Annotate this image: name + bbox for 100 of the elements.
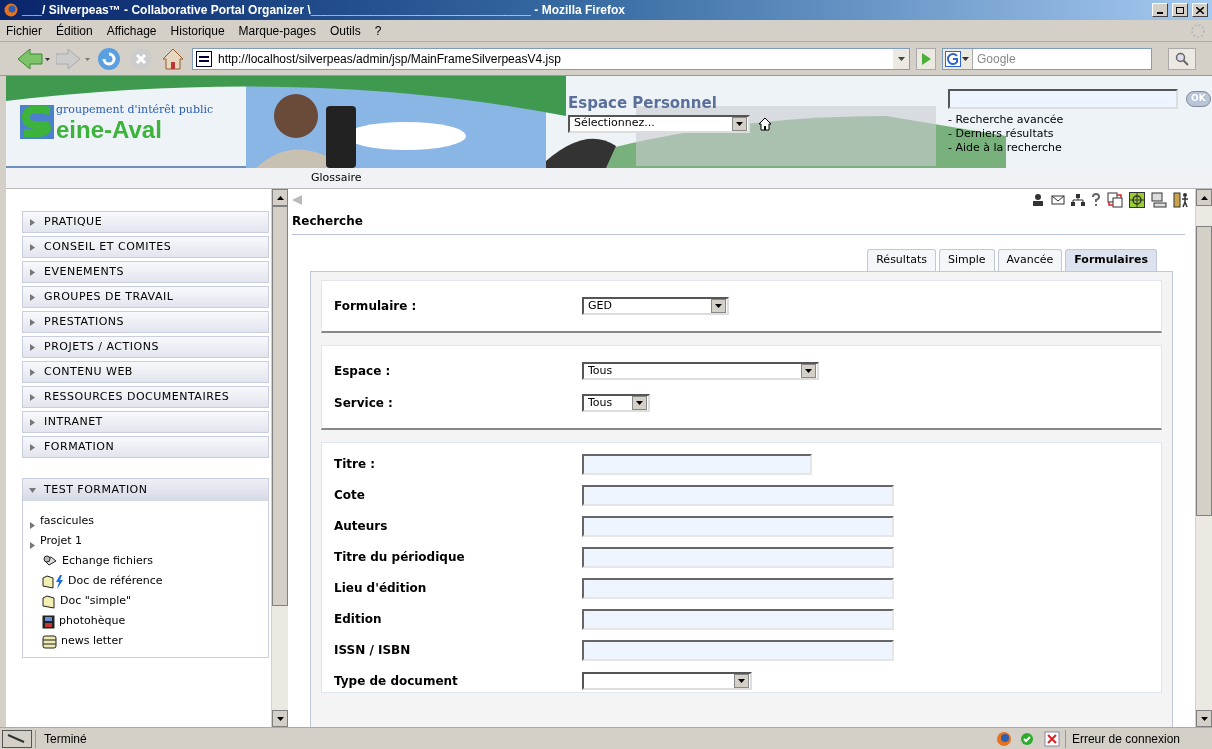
tab[interactable]: Avancée: [997, 249, 1063, 271]
field-label: Espace :: [334, 363, 392, 380]
address-field[interactable]: http://localhost/silverpeas/admin/jsp/MainFrameSilverpeasV4.jsp: [192, 47, 910, 70]
tab[interactable]: Simple: [939, 249, 995, 271]
reload-icon[interactable]: [96, 45, 122, 72]
sidebar-item[interactable]: CONTENU WEB: [22, 361, 269, 383]
search-link[interactable]: - Aide à la recherche: [948, 141, 1211, 155]
input-field[interactable]: [582, 515, 894, 537]
field-label: Titre du périodique: [334, 549, 466, 566]
search-link[interactable]: - Recherche avancée: [948, 113, 1211, 127]
caret-icon: [736, 121, 743, 126]
nav-tab[interactable]: Glossaire: [311, 169, 362, 187]
expand-arrow-icon: [29, 368, 36, 376]
caret-icon[interactable]: [962, 56, 969, 61]
input-field[interactable]: [582, 546, 894, 568]
search-icon: [1175, 51, 1189, 66]
sidebar-item[interactable]: PRATIQUE: [22, 211, 269, 233]
menu-item[interactable]: Historique: [170, 21, 225, 40]
page-icon: [196, 50, 212, 67]
caret-icon: [805, 369, 812, 373]
sidebar-item[interactable]: GROUPES DE TRAVAIL: [22, 286, 269, 308]
computer-icon[interactable]: [1151, 192, 1167, 208]
tree-item[interactable]: Doc "simple": [60, 592, 132, 609]
sidebar-item[interactable]: PRESTATIONS: [22, 311, 269, 333]
tree-item[interactable]: fascicules: [40, 512, 95, 529]
copy-icon[interactable]: [1107, 192, 1123, 208]
home-icon[interactable]: [758, 116, 772, 131]
tree-item[interactable]: Doc de référence: [68, 572, 163, 589]
field-label: Titre :: [334, 456, 377, 473]
caret-icon[interactable]: [897, 56, 905, 61]
collapse-arrow-icon: [29, 486, 36, 494]
firefox-icon: [995, 730, 1012, 747]
caret-icon: [738, 679, 745, 683]
tree-item[interactable]: Projet 1: [40, 532, 83, 549]
throbber-icon: [1190, 22, 1206, 39]
menu-item[interactable]: Outils: [329, 21, 361, 40]
sidebar-item[interactable]: CONSEIL ET COMITES: [22, 236, 269, 258]
scrollbar[interactable]: [1195, 189, 1212, 727]
firefox-icon: [4, 3, 18, 17]
menu-item[interactable]: ?: [374, 21, 382, 40]
field-label: Formulaire :: [334, 298, 418, 315]
expand-arrow-icon: [29, 318, 36, 326]
menu-item[interactable]: Affichage: [106, 21, 157, 40]
search-field[interactable]: [948, 89, 1178, 109]
menu-item[interactable]: Fichier: [6, 21, 42, 40]
target-icon[interactable]: [1129, 192, 1145, 208]
arrow-up-icon[interactable]: [1200, 195, 1208, 200]
logout-icon[interactable]: [1173, 192, 1189, 208]
select-field[interactable]: GED: [582, 297, 729, 315]
maximize-icon: [1176, 6, 1184, 14]
select-field[interactable]: Tous: [582, 362, 819, 380]
caret-icon: [715, 304, 722, 308]
select-field[interactable]: Tous: [582, 394, 650, 412]
input-field[interactable]: [582, 453, 812, 475]
folder-lightning-icon: [42, 575, 64, 589]
sidebar-item[interactable]: RESSOURCES DOCUMENTAIRES: [22, 386, 269, 408]
input-field[interactable]: [582, 577, 894, 599]
arrow-up-icon[interactable]: [276, 195, 284, 200]
input-field[interactable]: [582, 484, 894, 506]
search-field[interactable]: Google: [942, 47, 1152, 70]
expand-arrow-icon: [29, 343, 36, 351]
expand-arrow-icon: [29, 218, 36, 226]
expand-arrow-icon: [29, 418, 36, 426]
window-title: ___/ Silverpeas™ - Collaborative Portal Organizer \_________________________________ - Mozilla Firefox: [22, 2, 627, 19]
expand-arrow-icon: [29, 243, 36, 251]
menu-item[interactable]: Marque-pages: [238, 21, 316, 40]
scrollbar[interactable]: [271, 189, 288, 727]
arrow-down-icon[interactable]: [1200, 716, 1208, 721]
menu-item[interactable]: Édition: [56, 21, 93, 40]
select-field[interactable]: [582, 672, 752, 690]
user-icon[interactable]: [1031, 193, 1045, 207]
input-field[interactable]: [582, 608, 894, 630]
close-icon: [1041, 730, 1062, 747]
sitemap-icon[interactable]: [1071, 193, 1085, 207]
search-link[interactable]: - Derniers résultats: [948, 127, 1211, 141]
input-field[interactable]: [582, 639, 894, 661]
minimize-button[interactable]: [1152, 3, 1168, 17]
tree-item[interactable]: Echange fichiers: [62, 552, 153, 569]
mail-icon[interactable]: [1051, 193, 1065, 207]
field-label: Cote: [334, 487, 366, 504]
connection-status: Erreur de connexion: [1064, 729, 1186, 748]
expand-arrow-icon: [29, 443, 36, 451]
field-label: ISSN / ISBN: [334, 642, 412, 659]
sidebar-item[interactable]: EVENEMENTS: [22, 261, 269, 283]
tree-item[interactable]: news letter: [61, 632, 123, 649]
close-button[interactable]: [1192, 3, 1208, 17]
sidebar-item[interactable]: PROJETS / ACTIONS: [22, 336, 269, 358]
sidebar-item[interactable]: FORMATION: [22, 436, 269, 458]
search-button[interactable]: [1168, 47, 1196, 70]
close-icon: [1196, 6, 1204, 14]
help-icon[interactable]: [1091, 193, 1101, 207]
arrow-down-icon[interactable]: [276, 716, 284, 721]
tree-item[interactable]: photohèque: [59, 612, 126, 629]
sidebar-item[interactable]: TEST FORMATION: [23, 479, 268, 501]
sidebar-item[interactable]: INTRANET: [22, 411, 269, 433]
logo-icon: [20, 105, 54, 139]
film-icon: [42, 615, 55, 629]
tab[interactable]: Formulaires: [1065, 249, 1157, 271]
maximize-button[interactable]: [1172, 3, 1188, 17]
tab[interactable]: Résultats: [867, 249, 936, 271]
